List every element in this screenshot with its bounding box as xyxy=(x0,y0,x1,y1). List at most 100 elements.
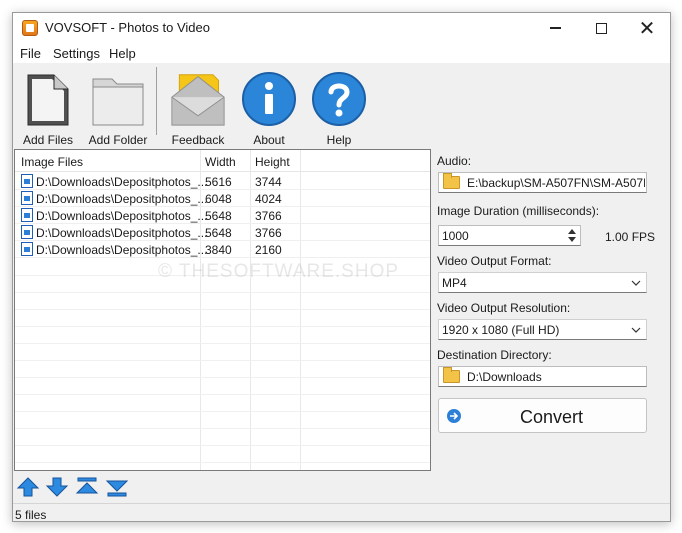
folder-icon[interactable] xyxy=(443,367,460,383)
file-width: 5648 xyxy=(205,209,232,223)
convert-label: Convert xyxy=(519,407,584,427)
file-width: 6048 xyxy=(205,192,232,206)
duration-label: Image Duration (milliseconds): xyxy=(437,204,600,218)
envelope-icon xyxy=(171,74,225,126)
file-icon xyxy=(27,74,69,126)
table-row[interactable]: D:\Downloads\Depositphotos_... 6048 4024 xyxy=(15,190,430,207)
minimize-icon xyxy=(549,27,561,29)
help-button[interactable]: Help xyxy=(304,69,374,149)
image-file-icon xyxy=(21,174,33,188)
chevron-down-icon xyxy=(631,327,641,333)
file-width: 5648 xyxy=(205,226,232,240)
empty-row-line xyxy=(15,343,430,344)
toolbar-separator xyxy=(156,67,157,135)
menu-settings[interactable]: Settings xyxy=(53,46,100,61)
empty-row-line xyxy=(15,326,430,327)
arrow-top-icon xyxy=(75,477,99,494)
folder-icon xyxy=(92,78,144,126)
add-folder-label: Add Folder xyxy=(88,133,148,147)
column-image-files[interactable]: Image Files xyxy=(21,155,83,169)
column-height[interactable]: Height xyxy=(255,155,290,169)
about-button[interactable]: About xyxy=(234,69,304,149)
list-header: Image Files Width Height xyxy=(15,150,430,172)
column-width[interactable]: Width xyxy=(205,155,236,169)
menu-file[interactable]: File xyxy=(20,46,41,61)
file-path: D:\Downloads\Depositphotos_... xyxy=(36,226,208,240)
image-file-icon xyxy=(21,191,33,205)
audio-label: Audio: xyxy=(437,154,472,168)
feedback-button[interactable]: Feedback xyxy=(163,69,233,149)
empty-row-line xyxy=(15,445,430,446)
toolbar: Add Files Add Folder Feedback About Help xyxy=(13,63,670,149)
info-icon xyxy=(242,72,296,126)
format-label: Video Output Format: xyxy=(437,254,552,268)
feedback-label: Feedback xyxy=(171,133,225,147)
destination-path: D:\Downloads xyxy=(467,370,542,384)
empty-row-line xyxy=(15,462,430,463)
menu-bar: File Settings Help xyxy=(13,43,670,63)
format-value: MP4 xyxy=(442,276,467,290)
question-icon xyxy=(312,72,366,126)
image-file-icon xyxy=(21,225,33,239)
file-width: 3840 xyxy=(205,243,232,257)
file-height: 3766 xyxy=(255,226,282,240)
spinner-arrows-icon[interactable] xyxy=(567,228,577,243)
move-top-button[interactable] xyxy=(75,476,99,498)
arrow-down-icon xyxy=(45,477,69,497)
file-height: 4024 xyxy=(255,192,282,206)
arrow-up-icon xyxy=(16,477,40,497)
destination-field[interactable]: D:\Downloads xyxy=(438,366,647,387)
duration-value: 1000 xyxy=(442,229,469,243)
audio-path: E:\backup\SM-A507FN\SM-A507FN_W xyxy=(467,176,645,190)
image-file-icon xyxy=(21,242,33,256)
help-label: Help xyxy=(326,133,352,147)
menu-help[interactable]: Help xyxy=(109,46,136,61)
empty-row-line xyxy=(15,394,430,395)
move-down-button[interactable] xyxy=(45,476,69,498)
format-select[interactable]: MP4 xyxy=(438,272,647,293)
table-row[interactable]: D:\Downloads\Depositphotos_... 3840 2160 xyxy=(15,241,430,258)
add-files-button[interactable]: Add Files xyxy=(13,69,83,149)
file-path: D:\Downloads\Depositphotos_... xyxy=(36,209,208,223)
close-icon: ✕ xyxy=(638,17,656,40)
maximize-button[interactable] xyxy=(578,13,624,43)
file-height: 3766 xyxy=(255,209,282,223)
minimize-button[interactable] xyxy=(532,13,578,43)
empty-row-line xyxy=(15,377,430,378)
file-path: D:\Downloads\Depositphotos_... xyxy=(36,243,208,257)
file-height: 2160 xyxy=(255,243,282,257)
folder-icon[interactable] xyxy=(443,173,460,189)
resolution-value: 1920 x 1080 (Full HD) xyxy=(442,323,560,337)
image-files-list[interactable]: Image Files Width Height D:\Downloads\De… xyxy=(14,149,431,471)
window-title: VOVSOFT - Photos to Video xyxy=(45,20,210,35)
file-path: D:\Downloads\Depositphotos_... xyxy=(36,192,208,206)
chevron-down-icon xyxy=(631,280,641,286)
duration-spinner[interactable]: 1000 xyxy=(438,225,581,246)
empty-row-line xyxy=(15,411,430,412)
move-bottom-button[interactable] xyxy=(105,476,129,498)
add-folder-button[interactable]: Add Folder xyxy=(83,69,153,149)
status-text: 5 files xyxy=(15,508,47,522)
table-row[interactable]: D:\Downloads\Depositphotos_... 5648 3766 xyxy=(15,224,430,241)
close-button[interactable]: ✕ xyxy=(624,13,670,43)
move-up-button[interactable] xyxy=(16,476,40,498)
about-label: About xyxy=(253,133,285,147)
watermark: © THESOFTWARE.SHOP xyxy=(158,261,400,282)
empty-row-line xyxy=(15,360,430,361)
resolution-label: Video Output Resolution: xyxy=(437,301,571,315)
status-bar: 5 files xyxy=(13,503,670,522)
file-height: 3744 xyxy=(255,175,282,189)
add-files-label: Add Files xyxy=(22,133,74,147)
resolution-select[interactable]: 1920 x 1080 (Full HD) xyxy=(438,319,647,340)
audio-field[interactable]: E:\backup\SM-A507FN\SM-A507FN_W xyxy=(438,172,647,193)
destination-label: Destination Directory: xyxy=(437,348,552,362)
table-row[interactable]: D:\Downloads\Depositphotos_... 5648 3766 xyxy=(15,207,430,224)
fps-readout: 1.00 FPS xyxy=(605,230,656,244)
file-width: 5616 xyxy=(205,175,232,189)
empty-row-line xyxy=(15,428,430,429)
convert-button[interactable]: Convert xyxy=(438,398,647,433)
app-icon xyxy=(22,20,38,36)
file-path: D:\Downloads\Depositphotos_... xyxy=(36,175,208,189)
empty-row-line xyxy=(15,309,430,310)
table-row[interactable]: D:\Downloads\Depositphotos_... 5616 3744 xyxy=(15,173,430,190)
